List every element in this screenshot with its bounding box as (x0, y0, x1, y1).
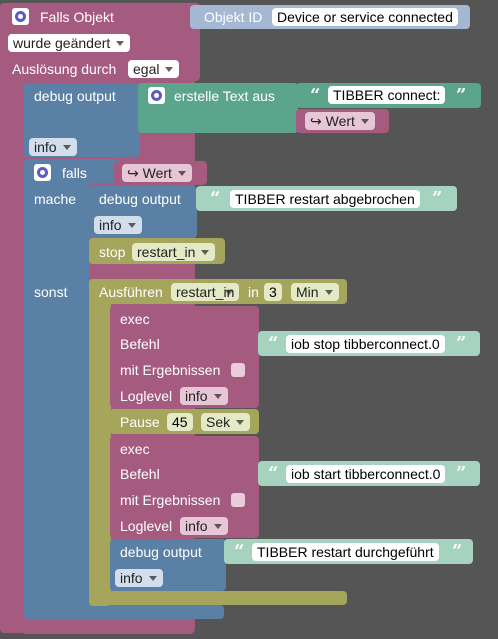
debug1-label: debug output (34, 88, 116, 104)
else-label: sonst (34, 284, 68, 300)
exec1-loglevel-dropdown[interactable]: info (180, 387, 228, 405)
gear-icon[interactable] (12, 8, 29, 25)
pause-label: Pause (120, 414, 160, 430)
if-label: falls (62, 165, 87, 181)
if-block[interactable] (24, 159, 90, 619)
timeout-label: Ausführen (99, 284, 163, 300)
quote-close-icon: ” (456, 333, 467, 354)
timeout-amount-field[interactable]: 3 (264, 283, 282, 301)
event-title: Falls Objekt (40, 9, 114, 25)
pause-unit-dropdown[interactable]: Sek (201, 413, 251, 431)
cmd-literal-2-value[interactable]: iob start tibberconnect.0 (286, 465, 446, 483)
do-label: mache (34, 191, 77, 207)
exec2-label: exec (120, 441, 150, 457)
gear-icon[interactable] (34, 164, 51, 181)
text-literal-2-value[interactable]: TIBBER restart abgebrochen (230, 190, 420, 208)
gear-icon[interactable] (148, 87, 165, 104)
debug2-label: debug output (99, 191, 181, 207)
quote-open-icon: “ (268, 463, 279, 484)
exec1-results-label: mit Ergebnissen (120, 362, 221, 378)
trigger-by-label: Auslösung durch (12, 61, 117, 77)
exec1-label: exec (120, 311, 150, 327)
text-literal-3-value[interactable]: TIBBER restart durchgeführt (252, 543, 439, 561)
pause-amount-field[interactable]: 45 (167, 413, 193, 431)
debug3-level-dropdown[interactable]: info (115, 569, 163, 587)
exec2-results-checkbox[interactable] (231, 493, 245, 507)
timeout-in-label: in (248, 284, 259, 300)
text-literal-1-value[interactable]: TIBBER connect: (328, 86, 446, 104)
debug3-label: debug output (120, 544, 202, 560)
quote-open-icon: “ (268, 333, 279, 354)
timeout-bottom (89, 591, 347, 605)
stop-label: stop (99, 244, 126, 260)
quote-close-icon: ” (432, 188, 443, 209)
quote-open-icon: “ (210, 188, 221, 209)
quote-close-icon: ” (456, 85, 467, 106)
exec1-cmd-label: Befehl (120, 336, 160, 352)
quote-open-icon: “ (234, 541, 245, 562)
debug1-level-dropdown[interactable]: info (29, 138, 77, 156)
event-block-bottom (22, 620, 194, 634)
exec2-cmd-label: Befehl (120, 466, 160, 482)
trigger-by-dropdown[interactable]: egal (128, 60, 180, 78)
quote-close-icon: ” (456, 463, 467, 484)
object-id-label: Objekt ID (204, 9, 263, 25)
timeout-unit-dropdown[interactable]: Min (291, 283, 339, 301)
text-join-label: erstelle Text aus (174, 88, 275, 104)
exec2-loglevel-label: Loglevel (120, 518, 173, 534)
quote-close-icon: ” (452, 541, 463, 562)
cmd-literal-1-value[interactable]: iob stop tibberconnect.0 (286, 335, 445, 353)
object-id-field[interactable]: Device or service connected (272, 8, 458, 26)
timeout-timer-dropdown[interactable]: restart_in (171, 283, 240, 301)
condition-dropdown[interactable]: ↪ Wert (122, 164, 192, 182)
stop-timer-dropdown[interactable]: restart_in (132, 243, 216, 261)
trigger-mode-dropdown[interactable]: wurde geändert (8, 34, 131, 52)
exec1-results-checkbox[interactable] (231, 363, 245, 377)
timeout-block[interactable] (89, 279, 111, 606)
exec2-loglevel-dropdown[interactable]: info (180, 517, 228, 535)
exec2-results-label: mit Ergebnissen (120, 492, 221, 508)
if-block-bottom (24, 605, 224, 619)
value-ref-1-dropdown[interactable]: ↪ Wert (305, 112, 375, 130)
exec1-loglevel-label: Loglevel (120, 388, 173, 404)
debug2-level-dropdown[interactable]: info (94, 216, 142, 234)
quote-open-icon: “ (310, 85, 321, 106)
